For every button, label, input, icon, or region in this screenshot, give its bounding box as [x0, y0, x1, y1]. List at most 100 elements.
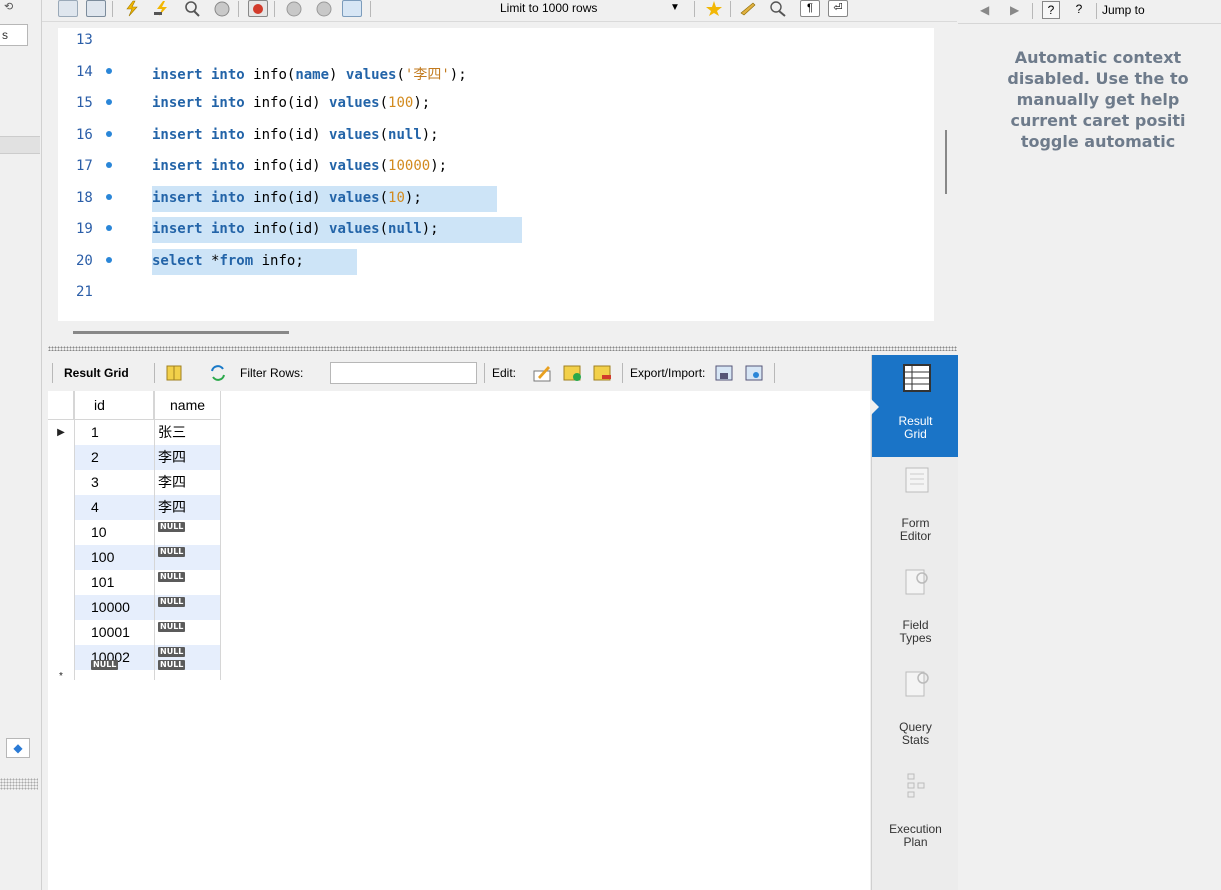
column-header-name[interactable]: name [154, 391, 221, 420]
new-row-cell-id[interactable]: NULL [91, 658, 119, 683]
cell-name[interactable]: 李四 [158, 495, 186, 520]
editor-horizontal-scrollbar[interactable] [73, 331, 289, 334]
navigator-toggle-button[interactable]: ◆ [6, 738, 30, 758]
code-token: values [329, 95, 380, 111]
code-token: info(id) [253, 221, 330, 237]
side-tab-execution[interactable]: Execution Plan [872, 763, 959, 865]
cell-id[interactable]: 3 [91, 470, 99, 495]
null-badge: NULL [158, 647, 186, 657]
cell-id[interactable]: 100 [91, 545, 114, 570]
add-row-icon[interactable] [562, 363, 582, 383]
code-token: from [219, 252, 262, 269]
forward-arrow-icon[interactable]: ▶ [1010, 3, 1019, 17]
word-wrap-icon[interactable]: ⏎ [828, 0, 848, 17]
editor-line[interactable]: 20 select *from info; [58, 248, 934, 275]
manual-help-icon[interactable]: ? [1042, 1, 1060, 19]
editor-line[interactable]: 19 insert into info(id) values(null); [58, 217, 934, 243]
result-grid-label[interactable]: Result Grid [64, 366, 129, 380]
auto-help-icon[interactable]: ? [1070, 1, 1088, 19]
cell-name[interactable]: NULL [158, 545, 186, 570]
delete-row-icon[interactable] [592, 363, 612, 383]
cell-name[interactable]: NULL [158, 520, 186, 545]
cell-id[interactable]: 1 [91, 420, 99, 445]
filter-rows-input[interactable] [330, 362, 477, 384]
code-token: 10000 [388, 158, 431, 174]
find-magnifier-icon[interactable] [768, 0, 788, 17]
schema-refresh-icon[interactable]: ⟲ [4, 0, 22, 13]
cell-id[interactable]: 101 [91, 570, 114, 595]
limit-rows-select[interactable]: Limit to 1000 rows ▼ [500, 0, 690, 18]
edit-row-pencil-icon[interactable] [532, 363, 552, 383]
context-help-text: manually get help [1016, 90, 1180, 109]
code-token: info; [261, 252, 304, 269]
cell-id[interactable]: 2 [91, 445, 99, 470]
statement-marker-icon [106, 130, 112, 137]
cell-name[interactable]: NULL [158, 570, 186, 595]
code-token: values [329, 158, 380, 174]
code-token: select [152, 252, 212, 269]
back-arrow-icon[interactable]: ◀ [980, 3, 989, 17]
code-token: insert into [152, 95, 254, 111]
null-badge: NULL [158, 572, 186, 582]
schema-filter-input[interactable]: s [0, 24, 28, 46]
sql-editor[interactable]: 13 14 insert into info(name) values('李四');… [58, 28, 934, 321]
result-toolbar: Result Grid Filter Rows: Edit: Export/Im… [48, 355, 870, 391]
explain-magnifier-icon[interactable] [182, 0, 202, 17]
cell-name[interactable]: NULL [158, 595, 186, 620]
cell-id[interactable]: 10000 [91, 595, 130, 620]
editor-results-splitter[interactable] [48, 346, 957, 351]
editor-line[interactable]: 15 insert into info(id) values(100); [58, 91, 934, 117]
save-icon[interactable] [86, 0, 106, 17]
side-tab-query[interactable]: Query Stats [872, 661, 959, 763]
editor-line[interactable]: 21 [58, 280, 934, 306]
new-row-cell-name[interactable]: NULL [158, 658, 186, 683]
import-icon[interactable] [744, 363, 764, 383]
commit-icon[interactable] [284, 0, 304, 17]
editor-line[interactable]: 16 insert into info(id) values(null); [58, 123, 934, 149]
chevron-down-icon: ▼ [670, 2, 680, 13]
refresh-icon[interactable] [208, 363, 228, 383]
grid-line [154, 391, 155, 680]
editor-line[interactable]: 18 insert into info(id) values(10); [58, 185, 934, 212]
side-tab-field[interactable]: Field Types [872, 559, 959, 661]
column-header-id[interactable]: id [74, 391, 154, 420]
cell-name[interactable]: 张三 [158, 420, 186, 445]
navigator-resize-grip[interactable] [0, 778, 38, 790]
active-tab-notch [871, 399, 879, 415]
cell-name[interactable]: 李四 [158, 470, 186, 495]
side-tab-form[interactable]: Form Editor [872, 457, 959, 559]
code-token: values [329, 221, 380, 237]
stop-hand-icon[interactable] [212, 0, 232, 17]
beautify-brush-icon[interactable] [738, 0, 758, 17]
context-help-toolbar: ◀ ▶ ? ? Jump to [958, 0, 1221, 24]
statement-marker-icon [106, 256, 112, 263]
toggle-error-icon[interactable] [248, 0, 268, 17]
side-tab-result[interactable]: Result Grid [871, 355, 959, 457]
cell-id[interactable]: 10 [91, 520, 107, 545]
cell-name[interactable]: 李四 [158, 445, 186, 470]
editor-line[interactable]: 13 [58, 28, 934, 54]
add-snippet-star-icon[interactable] [704, 0, 724, 17]
editor-line[interactable]: 14 insert into info(name) values('李四'); [58, 60, 934, 86]
code-token: insert into [152, 221, 254, 237]
rollback-icon[interactable] [314, 0, 334, 17]
code-token: values [345, 66, 397, 83]
invisible-chars-icon[interactable]: ¶ [800, 0, 820, 17]
cell-id[interactable]: 10001 [91, 620, 130, 645]
jump-to-select[interactable]: Jump to [1102, 3, 1145, 17]
open-file-icon[interactable] [58, 0, 78, 17]
autocommit-toggle-icon[interactable] [342, 0, 362, 17]
editor-vertical-scrollbar[interactable] [945, 130, 947, 194]
result-grid[interactable]: id name ▶ 1 张三 2 李四 3 李四 4 李四 10 NULL 100 NULL 101 NUL… [48, 391, 870, 890]
cell-id[interactable]: 4 [91, 495, 99, 520]
context-help-text: toggle automatic [1020, 132, 1176, 151]
editor-line[interactable]: 17 insert into info(id) values(10000); [58, 154, 934, 180]
column-layout-icon[interactable] [164, 363, 184, 383]
execute-lightning-icon[interactable] [122, 0, 142, 17]
code-token: insert into [152, 189, 254, 206]
navigator-selected-row[interactable] [0, 136, 40, 154]
cell-name[interactable]: NULL [158, 620, 186, 645]
form-editor-icon [902, 465, 932, 495]
execute-current-icon[interactable] [152, 0, 172, 17]
export-icon[interactable] [714, 363, 734, 383]
